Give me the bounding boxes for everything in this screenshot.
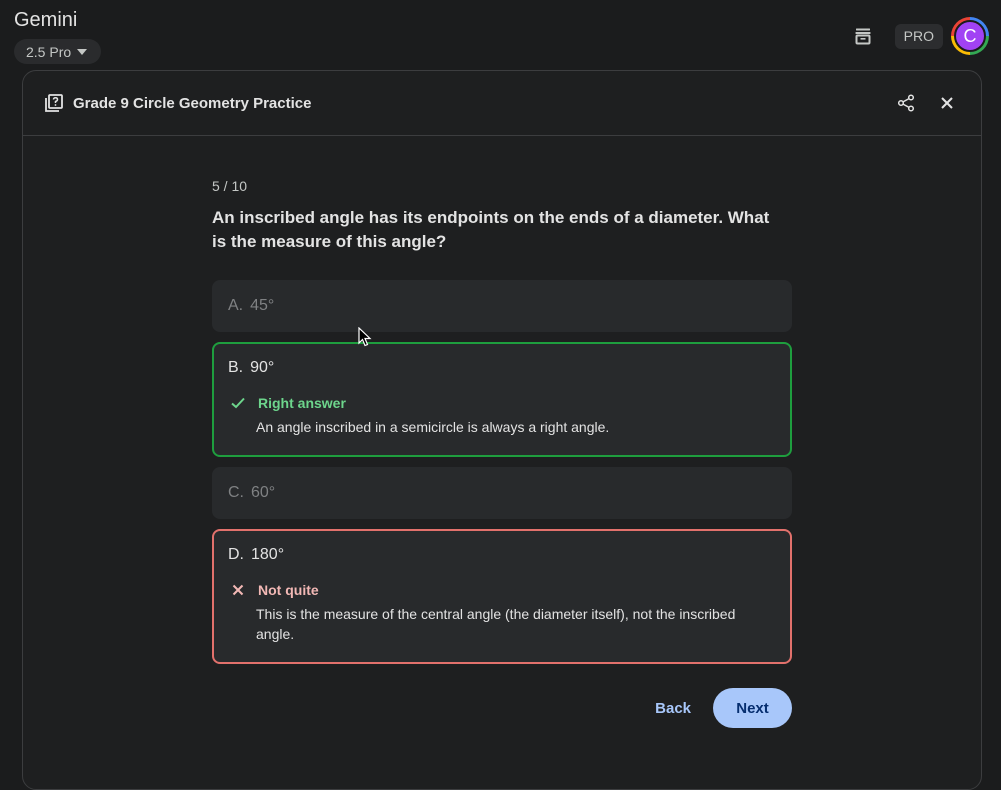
quiz-icon bbox=[45, 93, 65, 113]
close-icon[interactable] bbox=[935, 91, 959, 115]
answer-options: A. 45° B. 90° Right answer An angle insc… bbox=[212, 280, 792, 664]
mouse-cursor-icon bbox=[358, 326, 372, 352]
option-text: 45° bbox=[250, 297, 275, 314]
feedback-text: This is the measure of the central angle… bbox=[256, 606, 736, 642]
feedback-header: Right answer bbox=[228, 395, 776, 411]
option-b[interactable]: B. 90° Right answer An angle inscribed i… bbox=[212, 342, 792, 457]
feedback-title: Not quite bbox=[258, 582, 319, 598]
quiz-panel: Grade 9 Circle Geometry Practice 5 / 10 … bbox=[22, 70, 982, 790]
next-button[interactable]: Next bbox=[713, 688, 792, 728]
quiz-content: 5 / 10 An inscribed angle has its endpoi… bbox=[212, 178, 792, 728]
option-text: 180° bbox=[251, 546, 285, 563]
option-letter: A. bbox=[228, 297, 244, 314]
archive-icon[interactable] bbox=[851, 24, 875, 48]
option-c[interactable]: C. 60° bbox=[212, 467, 792, 519]
quiz-navigation: Back Next bbox=[212, 688, 792, 728]
pro-badge: PRO bbox=[894, 23, 943, 49]
feedback-text: An angle inscribed in a semicircle is al… bbox=[256, 419, 610, 435]
option-d[interactable]: D. 180° Not quite This is the measure of… bbox=[212, 529, 792, 664]
question-progress: 5 / 10 bbox=[212, 178, 248, 194]
option-letter: D. bbox=[228, 546, 244, 563]
model-selector[interactable]: 2.5 Pro bbox=[14, 39, 102, 64]
option-text: 90° bbox=[250, 359, 275, 376]
question-text: An inscribed angle has its endpoints on … bbox=[212, 208, 770, 251]
feedback-title: Right answer bbox=[258, 395, 346, 411]
top-right-controls: PRO C bbox=[851, 17, 989, 55]
option-a[interactable]: A. 45° bbox=[212, 280, 792, 332]
option-c-line: C. 60° bbox=[228, 484, 275, 502]
chevron-down-icon bbox=[77, 48, 88, 55]
check-icon bbox=[230, 395, 246, 411]
option-a-line: A. 45° bbox=[228, 297, 274, 315]
option-text: 60° bbox=[251, 484, 276, 501]
back-button[interactable]: Back bbox=[655, 700, 691, 717]
avatar: C bbox=[954, 20, 986, 52]
share-icon[interactable] bbox=[894, 91, 918, 115]
option-letter: B. bbox=[228, 359, 244, 376]
option-d-line: D. 180° bbox=[228, 546, 776, 564]
option-b-line: B. 90° bbox=[228, 359, 776, 377]
x-icon bbox=[230, 582, 246, 598]
model-label: 2.5 Pro bbox=[26, 43, 72, 60]
panel-title: Grade 9 Circle Geometry Practice bbox=[73, 94, 312, 112]
option-letter: C. bbox=[228, 484, 244, 501]
app-title: Gemini bbox=[14, 9, 78, 31]
account-avatar-button[interactable]: C bbox=[951, 17, 989, 55]
panel-header: Grade 9 Circle Geometry Practice bbox=[23, 71, 981, 136]
feedback-header: Not quite bbox=[228, 582, 776, 598]
